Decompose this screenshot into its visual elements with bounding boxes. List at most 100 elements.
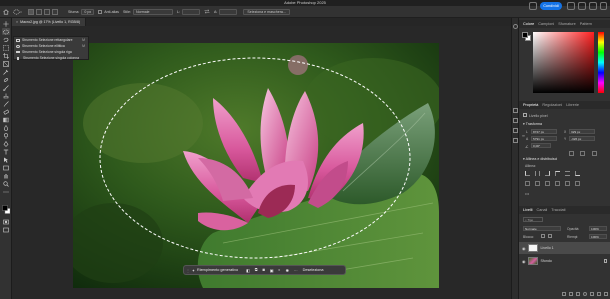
tab-pattern[interactable]: Pattern <box>580 22 592 26</box>
visibility-eye-icon[interactable]: ◉ <box>522 259 526 264</box>
distribute-left-icon[interactable] <box>525 181 530 186</box>
width-field[interactable]: 8727 px <box>531 129 557 134</box>
layer-name[interactable]: Sfondo <box>541 259 552 263</box>
brush-tool-icon[interactable] <box>2 84 10 91</box>
distribute-right-icon[interactable] <box>545 181 550 186</box>
layer-name[interactable]: Livello 1 <box>541 246 554 250</box>
path-selection-tool-icon[interactable] <box>2 156 10 163</box>
object-selection-tool-icon[interactable] <box>2 44 10 51</box>
close-tab-icon[interactable]: × <box>16 20 18 24</box>
select-and-mask-label[interactable]: Seleziona e maschera... <box>243 8 290 15</box>
crop-tool-icon[interactable] <box>2 52 10 59</box>
more-tools-icon[interactable] <box>2 188 10 195</box>
align-top-icon[interactable] <box>555 171 560 176</box>
intersect-selection-button[interactable] <box>52 8 58 15</box>
adjustment-layer-icon[interactable] <box>583 292 587 296</box>
history-brush-tool-icon[interactable] <box>2 100 10 107</box>
distribute-bottom-icon[interactable] <box>575 181 580 186</box>
more-options-icon[interactable]: … <box>294 268 298 272</box>
width-input[interactable] <box>181 8 200 15</box>
search-icon[interactable] <box>529 2 537 10</box>
blur-tool-icon[interactable] <box>2 124 10 131</box>
link-layers-icon[interactable] <box>562 292 566 296</box>
tab-regolazioni[interactable]: Regolazioni <box>542 103 562 107</box>
more-transform-icon[interactable] <box>591 151 597 156</box>
panels-icon[interactable] <box>600 2 607 10</box>
align-center-h-icon[interactable] <box>535 171 540 176</box>
flyout-item-single-column[interactable]: Strumento Selezione singola colonna <box>14 55 88 61</box>
mask-icon[interactable]: ◙ <box>262 268 264 272</box>
distribute-center-icon[interactable] <box>535 181 540 186</box>
move-tool-icon[interactable] <box>2 20 10 27</box>
new-layer-icon[interactable] <box>597 292 601 296</box>
share-button[interactable]: Condividi <box>540 2 562 10</box>
fill-icon[interactable]: ✺ <box>286 268 289 273</box>
zoom-tool-icon[interactable] <box>2 180 10 187</box>
tab-librerie[interactable]: Librerie <box>566 103 579 107</box>
selection-mode-group[interactable] <box>26 8 58 15</box>
healing-brush-tool-icon[interactable] <box>2 76 10 83</box>
add-mask-icon[interactable] <box>576 292 580 296</box>
document-image[interactable] <box>73 43 439 288</box>
add-selection-button[interactable] <box>36 8 42 15</box>
fx-icon[interactable] <box>569 292 573 296</box>
feather-input[interactable]: 0 px <box>81 8 95 15</box>
tab-livelli[interactable]: Livelli <box>523 208 533 212</box>
select-and-mask-button[interactable]: Seleziona e maschera... <box>241 8 290 15</box>
drag-handle-icon[interactable]: ⋮ <box>186 268 190 273</box>
flip-vertical-icon[interactable] <box>580 151 586 156</box>
generative-fill-button[interactable]: Riempimento generativo <box>197 268 238 272</box>
angle-field[interactable]: 0,00° <box>531 143 551 148</box>
home-icon[interactable] <box>3 8 9 15</box>
antialias-group[interactable]: Anti-alias <box>98 9 119 14</box>
tab-canali[interactable]: Canali <box>537 208 548 212</box>
eraser-tool-icon[interactable] <box>2 108 10 115</box>
screen-mode-icon[interactable] <box>2 226 10 233</box>
marquee-tool-preset[interactable] <box>13 8 22 15</box>
x-field[interactable]: 329 px <box>569 129 595 134</box>
lock-icon[interactable] <box>541 234 545 238</box>
visibility-eye-icon[interactable]: ◉ <box>522 246 526 251</box>
tab-colore[interactable]: Colore <box>523 22 534 26</box>
blend-mode-select[interactable]: Normale <box>523 226 561 231</box>
hue-slider[interactable] <box>598 32 604 93</box>
layer-row-livello-1[interactable]: ◉ Livello 1 <box>519 242 610 254</box>
y-field[interactable]: -326 px <box>569 136 595 141</box>
frame-tool-icon[interactable] <box>2 60 10 67</box>
layer-filter-icon[interactable]: ⌕ Tipo <box>523 217 543 222</box>
flip-horizontal-icon[interactable] <box>569 151 574 156</box>
cloud-icon[interactable] <box>567 2 575 10</box>
align-right-icon[interactable] <box>545 171 550 176</box>
align-bottom-icon[interactable] <box>575 171 580 176</box>
discover-icon[interactable] <box>578 2 586 10</box>
select-subject-icon[interactable]: ◧ <box>246 268 250 273</box>
layer-row-sfondo[interactable]: ◉ Sfondo <box>519 255 610 267</box>
antialias-checkbox[interactable] <box>98 9 103 14</box>
subtract-selection-button[interactable] <box>44 8 50 15</box>
align-section-header[interactable]: ▾ Allinea e distribuisci <box>523 157 557 161</box>
distribute-middle-icon[interactable] <box>565 181 570 186</box>
elliptical-marquee-tool-icon[interactable] <box>2 28 10 35</box>
eyedropper-tool-icon[interactable] <box>2 68 10 75</box>
dodge-tool-icon[interactable] <box>2 132 10 139</box>
color-swatches-icon[interactable] <box>2 204 10 214</box>
tab-proprieta[interactable]: Proprietà <box>523 103 538 107</box>
align-center-v-icon[interactable] <box>565 171 570 176</box>
clone-stamp-tool-icon[interactable] <box>2 92 10 99</box>
trash-icon[interactable] <box>604 292 608 296</box>
lock-position-icon[interactable] <box>548 234 552 238</box>
swap-icon[interactable] <box>204 9 210 14</box>
adjust-icon[interactable]: ◐ <box>278 268 280 272</box>
pen-tool-icon[interactable] <box>2 140 10 147</box>
height-input[interactable] <box>219 8 238 15</box>
tab-tracciati[interactable]: Tracciati <box>551 208 565 212</box>
distribute-top-icon[interactable] <box>555 181 560 186</box>
deselect-button[interactable]: Deseleziona <box>303 268 324 272</box>
height-field[interactable]: 5791 px <box>531 136 557 141</box>
workspace-icon[interactable] <box>589 2 597 10</box>
tab-sfumature[interactable]: Sfumature <box>558 22 576 26</box>
color-swatch-icon[interactable] <box>522 32 531 41</box>
color-picker-field[interactable] <box>533 32 594 93</box>
invert-selection-icon[interactable]: ⧉ <box>255 268 258 272</box>
hand-tool-icon[interactable] <box>2 172 10 179</box>
